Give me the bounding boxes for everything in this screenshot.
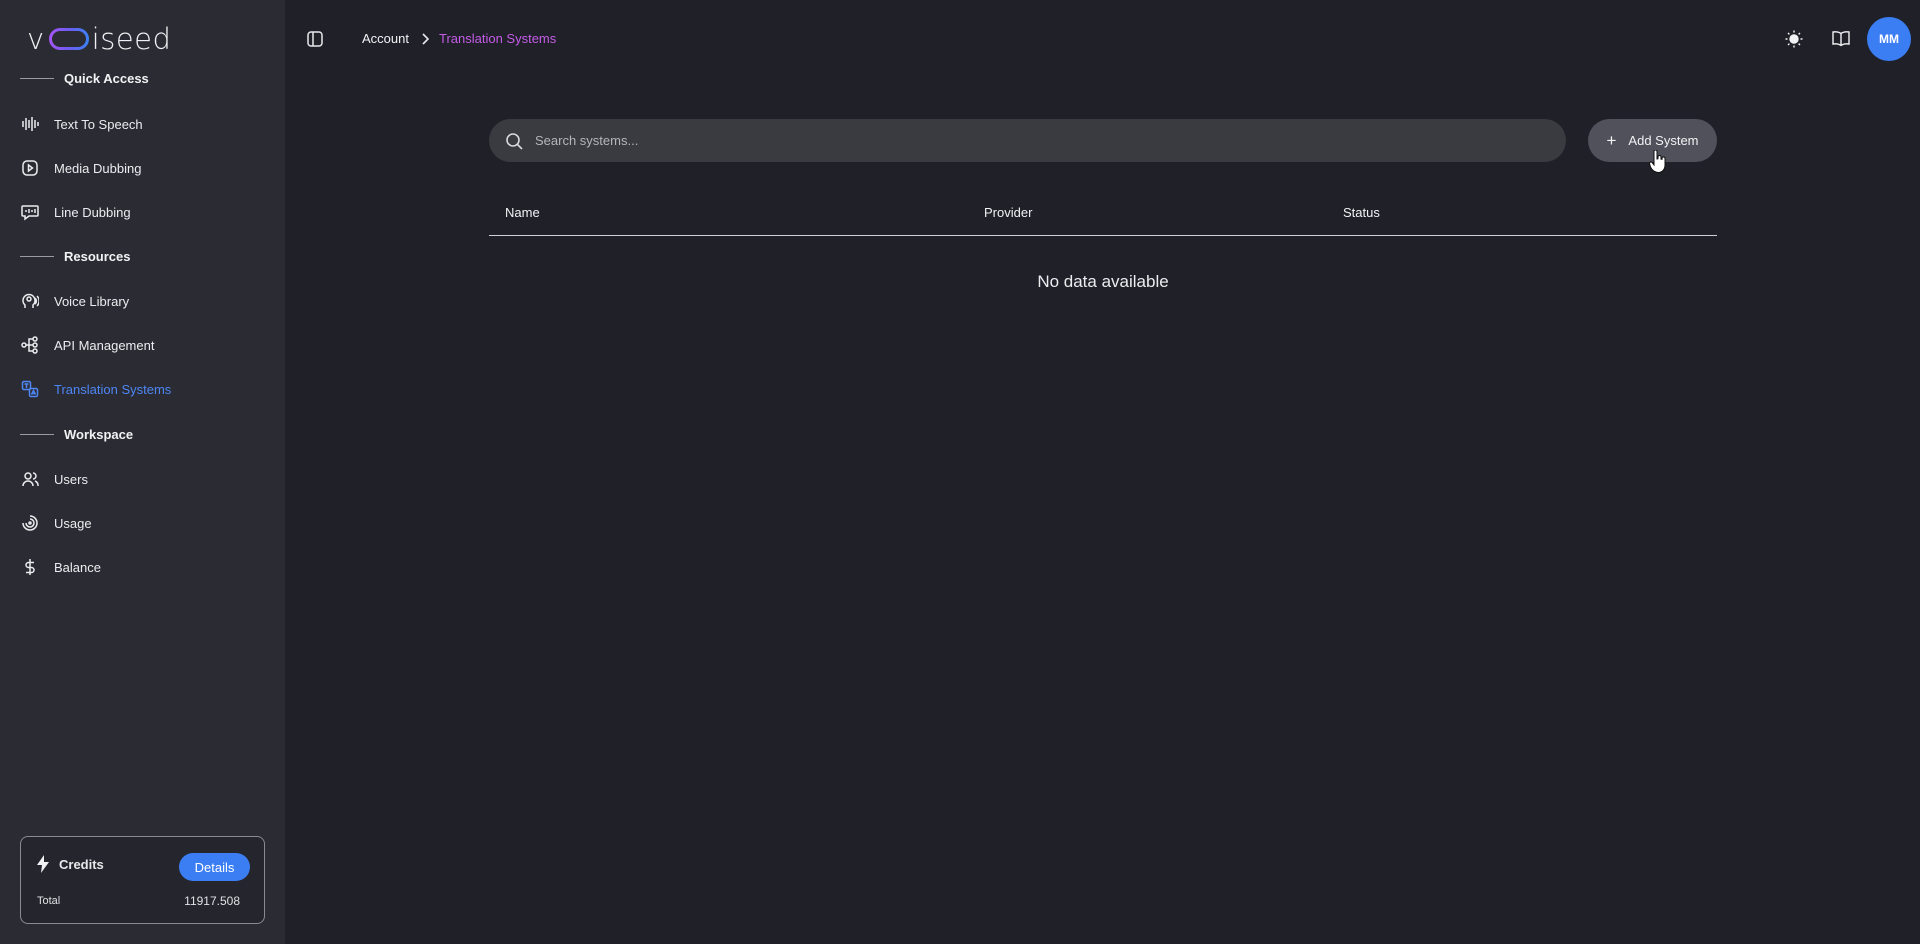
sidebar-item-label: Usage — [54, 515, 92, 531]
credits-title-label: Credits — [59, 856, 104, 872]
section-quick-access: Quick Access — [20, 71, 149, 86]
logo-pill-icon — [49, 28, 89, 50]
section-divider — [20, 256, 54, 257]
breadcrumb: Account Translation Systems — [362, 31, 556, 46]
sidebar-item-label: Text To Speech — [54, 116, 143, 132]
sidebar-item-text-to-speech[interactable]: Text To Speech — [20, 110, 270, 138]
section-title-label: Workspace — [64, 427, 134, 442]
sidebar-item-usage[interactable]: Usage — [20, 509, 270, 537]
chevron-right-icon — [421, 32, 429, 45]
toggle-sidebar-button[interactable] — [306, 30, 324, 48]
column-header-status[interactable]: Status — [1343, 205, 1380, 220]
section-workspace: Workspace — [20, 427, 133, 442]
usage-gauge-icon — [20, 513, 40, 533]
sidebar-item-label: Line Dubbing — [54, 204, 131, 220]
section-resources: Resources — [20, 249, 130, 264]
lightning-icon — [37, 855, 49, 873]
column-header-name[interactable]: Name — [505, 205, 540, 220]
column-header-provider[interactable]: Provider — [984, 205, 1032, 220]
speech-bubble-icon — [20, 202, 40, 222]
breadcrumb-account[interactable]: Account — [362, 31, 409, 46]
theme-toggle-button[interactable] — [1784, 29, 1804, 49]
empty-state-message: No data available — [1037, 272, 1169, 291]
documentation-button[interactable] — [1831, 29, 1851, 49]
sidebar-item-label: Balance — [54, 559, 101, 575]
sidebar-toggle-icon — [307, 31, 323, 47]
sidebar-item-voice-library[interactable]: Voice Library — [20, 287, 270, 315]
section-divider — [20, 78, 54, 79]
sidebar-item-line-dubbing[interactable]: Line Dubbing — [20, 198, 270, 226]
credits-card: Credits Details Total 11917.508 — [20, 836, 265, 924]
section-divider — [20, 434, 54, 435]
dollar-icon — [20, 557, 40, 577]
logo-text-start: v — [27, 22, 45, 56]
table-header: Name Provider Status — [489, 200, 1717, 236]
search-bar — [489, 119, 1566, 162]
voice-head-icon — [20, 291, 40, 311]
credits-title: Credits — [37, 855, 104, 873]
breadcrumb-current: Translation Systems — [438, 31, 557, 46]
add-system-label: Add System — [1628, 133, 1699, 148]
credits-total-value: 11917.508 — [184, 894, 240, 908]
plus-icon: + — [1606, 130, 1617, 150]
sidebar: v iseed Quick Access Text To Speech Medi… — [0, 0, 285, 944]
sidebar-item-label: Media Dubbing — [54, 160, 142, 176]
search-input[interactable] — [535, 133, 1566, 148]
users-icon — [20, 469, 40, 489]
sidebar-item-users[interactable]: Users — [20, 465, 270, 493]
voiseed-logo[interactable]: v iseed — [27, 22, 171, 56]
sidebar-item-translation-systems[interactable]: Translation Systems — [20, 375, 270, 403]
credits-details-button[interactable]: Details — [179, 853, 250, 881]
sidebar-item-media-dubbing[interactable]: Media Dubbing — [20, 154, 270, 182]
media-play-icon — [20, 158, 40, 178]
search-icon — [506, 132, 523, 150]
sidebar-item-balance[interactable]: Balance — [20, 553, 270, 581]
translate-icon — [20, 379, 40, 399]
sidebar-item-api-management[interactable]: API Management — [20, 331, 270, 359]
user-avatar[interactable]: MM — [1867, 17, 1911, 61]
credits-total-label: Total — [37, 895, 61, 907]
sidebar-item-label: Users — [54, 471, 88, 487]
hand-cursor-icon — [1649, 149, 1667, 177]
sidebar-item-label: Translation Systems — [54, 381, 172, 397]
waveform-icon — [20, 114, 40, 134]
logo-text-end: iseed — [91, 22, 172, 56]
section-title-label: Quick Access — [64, 71, 149, 86]
sidebar-item-label: API Management — [54, 337, 155, 353]
sidebar-item-label: Voice Library — [54, 293, 130, 309]
sun-icon — [1785, 30, 1803, 48]
api-nodes-icon — [20, 335, 40, 355]
book-icon — [1832, 31, 1850, 47]
section-title-label: Resources — [64, 249, 131, 264]
